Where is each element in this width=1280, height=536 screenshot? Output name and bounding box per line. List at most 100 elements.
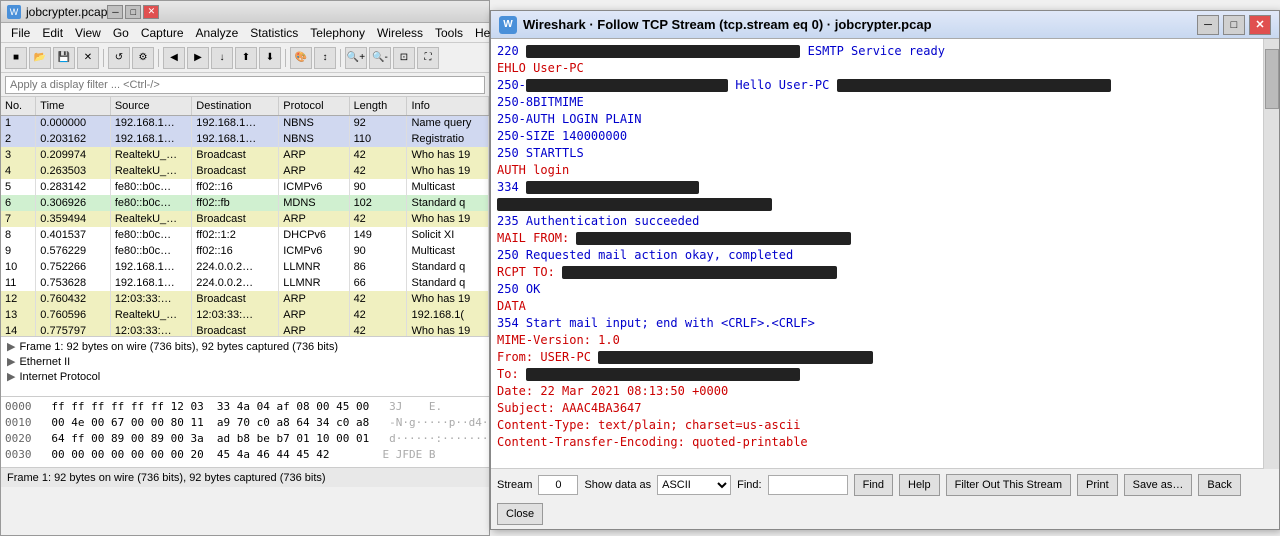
cell-len: 42 <box>349 323 407 337</box>
status-text: Frame 1: 92 bytes on wire (736 bits), 92… <box>7 472 326 484</box>
zoom-in-button[interactable]: 🔍+ <box>345 47 367 69</box>
table-row[interactable]: 50.283142fe80::b0c…ff02::16ICMPv690Multi… <box>1 179 489 195</box>
cell-proto: ARP <box>279 163 349 179</box>
back-button[interactable]: Back <box>1198 474 1240 496</box>
cell-proto: MDNS <box>279 195 349 211</box>
save-as-button[interactable]: Save as… <box>1124 474 1193 496</box>
tcp-maximize-button[interactable]: □ <box>1223 15 1245 35</box>
close-stream-button[interactable]: Close <box>497 503 543 525</box>
menu-view[interactable]: View <box>69 24 107 42</box>
table-row[interactable]: 90.576229fe80::b0c…ff02::16ICMPv690Multi… <box>1 243 489 259</box>
maximize-button[interactable]: □ <box>125 5 141 19</box>
cell-no: 12 <box>1 291 36 307</box>
table-row[interactable]: 130.760596RealtekU_…12:03:33:…ARP42192.1… <box>1 307 489 323</box>
detail-ip[interactable]: ▶Internet Protocol <box>3 369 487 384</box>
colorize-button[interactable]: 🎨 <box>290 47 312 69</box>
tcp-close-button[interactable]: ✕ <box>1249 15 1271 35</box>
cell-src: fe80::b0c… <box>110 179 191 195</box>
cell-proto: ARP <box>279 307 349 323</box>
menu-tools[interactable]: Tools <box>429 24 469 42</box>
open-button[interactable]: 📂 <box>29 47 51 69</box>
print-button[interactable]: Print <box>1077 474 1118 496</box>
separator4 <box>340 49 341 67</box>
capture-options-button[interactable]: ⚙ <box>132 47 154 69</box>
cell-src: fe80::b0c… <box>110 227 191 243</box>
menu-statistics[interactable]: Statistics <box>244 24 304 42</box>
menu-analyze[interactable]: Analyze <box>190 24 245 42</box>
stream-scrollbar[interactable] <box>1263 39 1279 469</box>
table-row[interactable]: 140.77579712:03:33:…BroadcastARP42Who ha… <box>1 323 489 337</box>
stream-line-13: 250 Requested mail action okay, complete… <box>497 247 1273 264</box>
tcp-bottom-controls: Stream Show data as ASCII Hex Dump EBCDI… <box>491 469 1279 529</box>
zoom-reset-button[interactable]: ⊡ <box>393 47 415 69</box>
detail-frame[interactable]: ▶Frame 1: 92 bytes on wire (736 bits), 9… <box>3 339 487 354</box>
cell-no: 2 <box>1 131 36 147</box>
packet-table: No. Time Source Destination Protocol Len… <box>1 97 489 337</box>
cell-info: Standard q <box>407 275 489 291</box>
packet-list: No. Time Source Destination Protocol Len… <box>1 97 489 337</box>
go-to-button[interactable]: ↓ <box>211 47 233 69</box>
cell-time: 0.775797 <box>36 323 111 337</box>
table-row[interactable]: 80.401537fe80::b0c…ff02::1:2DHCPv6149Sol… <box>1 227 489 243</box>
cell-time: 0.209974 <box>36 147 111 163</box>
stream-line-5: 250-AUTH LOGIN PLAIN <box>497 111 1273 128</box>
filter-out-button[interactable]: Filter Out This Stream <box>946 474 1071 496</box>
menu-capture[interactable]: Capture <box>135 24 190 42</box>
display-filter-input[interactable] <box>5 76 485 94</box>
stream-line-1: 220 ESMTP Service ready <box>497 43 1273 60</box>
app-icon: W <box>7 5 21 19</box>
find-button[interactable]: Find <box>854 474 893 496</box>
cell-dst: Broadcast <box>192 291 279 307</box>
scrollbar-thumb[interactable] <box>1265 49 1279 109</box>
menu-edit[interactable]: Edit <box>36 24 69 42</box>
detail-ethernet[interactable]: ▶Ethernet II <box>3 354 487 369</box>
menu-wireless[interactable]: Wireless <box>371 24 429 42</box>
table-row[interactable]: 30.209974RealtekU_…BroadcastARP42Who has… <box>1 147 489 163</box>
separator3 <box>285 49 286 67</box>
table-row[interactable]: 100.752266192.168.1…224.0.0.2…LLMNR86Sta… <box>1 259 489 275</box>
go-top-button[interactable]: ⬆ <box>235 47 257 69</box>
table-row[interactable]: 40.263503RealtekU_…BroadcastARP42Who has… <box>1 163 489 179</box>
minimize-button[interactable]: ─ <box>107 5 123 19</box>
hex-row-0: 0000 ff ff ff ff ff ff 12 03 33 4a 04 af… <box>5 399 485 415</box>
zoom-out-button[interactable]: 🔍- <box>369 47 391 69</box>
close-button[interactable]: ✕ <box>77 47 99 69</box>
table-row[interactable]: 10.000000192.168.1…192.168.1…NBNS92Name … <box>1 115 489 131</box>
full-screen-button[interactable]: ⛶ <box>417 47 439 69</box>
go-bottom-button[interactable]: ⬇ <box>259 47 281 69</box>
table-row[interactable]: 20.203162192.168.1…192.168.1…NBNS110Regi… <box>1 131 489 147</box>
cell-len: 90 <box>349 179 407 195</box>
stream-number-input[interactable] <box>538 475 578 495</box>
tcp-stream-content[interactable]: 220 ESMTP Service ready EHLO User-PC 250… <box>491 39 1279 469</box>
stream-line-22: Subject: AAAC4BA3647 <box>497 400 1273 417</box>
scroll-back-button[interactable]: ◀ <box>163 47 185 69</box>
table-row[interactable]: 120.76043212:03:33:…BroadcastARP42Who ha… <box>1 291 489 307</box>
table-row[interactable]: 110.753628192.168.1…224.0.0.2…LLMNR66Sta… <box>1 275 489 291</box>
cell-no: 8 <box>1 227 36 243</box>
auto-scroll-button[interactable]: ↕ <box>314 47 336 69</box>
menu-go[interactable]: Go <box>107 24 135 42</box>
status-bar: Frame 1: 92 bytes on wire (736 bits), 92… <box>1 467 489 487</box>
save-button[interactable]: 💾 <box>53 47 75 69</box>
table-row[interactable]: 60.306926fe80::b0c…ff02::fbMDNS102Standa… <box>1 195 489 211</box>
cell-proto: ICMPv6 <box>279 179 349 195</box>
go-forward-button[interactable]: ▶ <box>187 47 209 69</box>
cell-src: 192.168.1… <box>110 275 191 291</box>
stream-line-3: 250- Hello User-PC <box>497 77 1273 94</box>
show-as-select[interactable]: ASCII Hex Dump EBCDIC <box>657 475 731 495</box>
find-input[interactable] <box>768 475 848 495</box>
hex-dump: 0000 ff ff ff ff ff ff 12 03 33 4a 04 af… <box>1 397 489 467</box>
table-row[interactable]: 70.359494RealtekU_…BroadcastARP42Who has… <box>1 211 489 227</box>
new-capture-button[interactable]: ■ <box>5 47 27 69</box>
menu-file[interactable]: File <box>5 24 36 42</box>
close-button[interactable]: ✕ <box>143 5 159 19</box>
reload-button[interactable]: ↺ <box>108 47 130 69</box>
menu-telephony[interactable]: Telephony <box>304 24 371 42</box>
cell-dst: Broadcast <box>192 163 279 179</box>
help-button[interactable]: Help <box>899 474 940 496</box>
stream-line-20: To: <box>497 366 1273 383</box>
cell-info: Multicast <box>407 243 489 259</box>
tcp-minimize-button[interactable]: ─ <box>1197 15 1219 35</box>
cell-no: 9 <box>1 243 36 259</box>
hex-row-1: 0010 00 4e 00 67 00 00 80 11 a9 70 c0 a8… <box>5 415 485 431</box>
